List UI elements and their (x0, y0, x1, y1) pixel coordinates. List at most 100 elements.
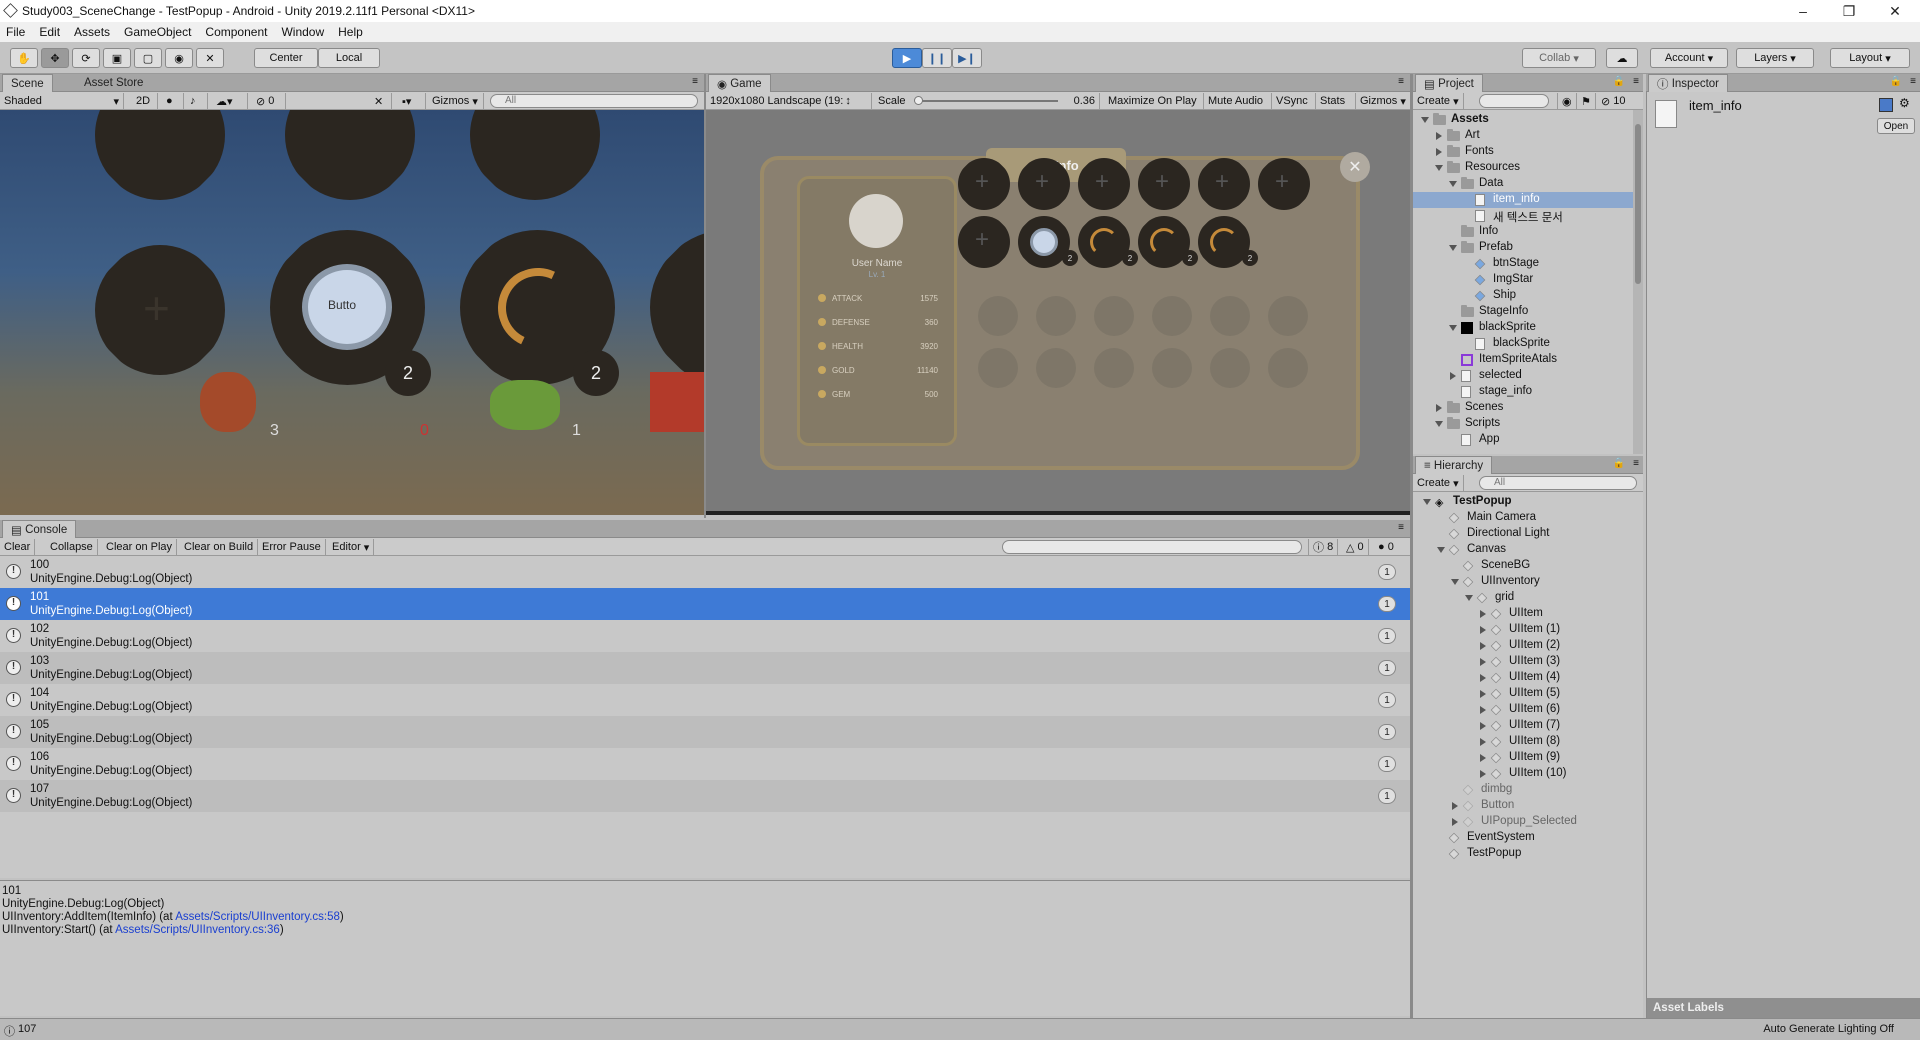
log-filter-toggle[interactable]: ⓘ 8 (1308, 539, 1339, 555)
project-item[interactable]: Fonts (1413, 144, 1643, 160)
account-dropdown[interactable]: Account ▾ (1650, 48, 1728, 68)
close-icon[interactable]: ✕ (1872, 0, 1918, 22)
collab-button[interactable]: Collab ▾ (1522, 48, 1596, 68)
tab-hierarchy[interactable]: ≡ Hierarchy (1415, 456, 1493, 474)
collapse-arrow-icon[interactable] (1452, 818, 1458, 826)
layers-dropdown[interactable]: Layers ▾ (1736, 48, 1814, 68)
scale-slider[interactable]: Scale 0.36 (874, 93, 1100, 109)
project-item[interactable]: Resources (1413, 160, 1643, 176)
expand-arrow-icon[interactable] (1435, 165, 1443, 171)
scene-view[interactable]: + Butto 2 2 3 0 1 (0, 110, 704, 515)
collapse-arrow-icon[interactable] (1480, 722, 1486, 730)
hierarchy-create-dropdown[interactable]: Create ▾ (1413, 475, 1464, 491)
hierarchy-item[interactable]: dimbg (1413, 782, 1643, 798)
tab-inspector[interactable]: ⓘ Inspector (1648, 74, 1729, 92)
project-item[interactable]: Scenes (1413, 400, 1643, 416)
hierarchy-item[interactable]: UIItem (3) (1413, 654, 1643, 670)
effects-dropdown-icon[interactable]: ☁▾ (212, 93, 248, 109)
move-tool-icon[interactable]: ✥ (41, 48, 69, 68)
editor-dropdown[interactable]: Editor ▾ (328, 539, 375, 555)
mute-audio-toggle[interactable]: Mute Audio (1204, 93, 1272, 109)
hierarchy-item[interactable]: Canvas (1413, 542, 1643, 558)
camera-icon[interactable]: ▪▾ (398, 93, 426, 109)
maximize-on-play-toggle[interactable]: Maximize On Play (1104, 93, 1204, 109)
search-by-type-icon[interactable]: ◉ (1557, 93, 1577, 109)
tab-project[interactable]: ▤ Project (1415, 74, 1483, 92)
collapse-arrow-icon[interactable] (1480, 754, 1486, 762)
clear-on-play-toggle[interactable]: Clear on Play (102, 539, 178, 555)
toggle-2d-button[interactable]: 2D (132, 93, 158, 109)
project-item[interactable]: blackSprite (1413, 336, 1643, 352)
collapse-arrow-icon[interactable] (1480, 642, 1486, 650)
expand-arrow-icon[interactable] (1421, 117, 1429, 123)
clear-on-build-toggle[interactable]: Clear on Build (180, 539, 259, 555)
panel-menu-icon[interactable]: ≡ (1398, 522, 1404, 533)
rotate-tool-icon[interactable]: ⟳ (72, 48, 100, 68)
project-item[interactable]: btnStage (1413, 256, 1643, 272)
pivot-local-button[interactable]: Local (318, 48, 380, 68)
expand-arrow-icon[interactable] (1449, 181, 1457, 187)
warning-filter-toggle[interactable]: △ 0 (1342, 539, 1369, 555)
pause-button[interactable]: ❙❙ (922, 48, 952, 68)
console-row[interactable]: ! 102 UnityEngine.Debug:Log(Object) 1 (0, 620, 1410, 652)
project-item[interactable]: 새 텍스트 문서 (1413, 208, 1643, 224)
console-row[interactable]: ! 104 UnityEngine.Debug:Log(Object) 1 (0, 684, 1410, 716)
scene-gizmos-dropdown[interactable]: Gizmos ▾ (428, 93, 484, 109)
collapse-arrow-icon[interactable] (1436, 148, 1442, 156)
console-collapse-button[interactable]: Collapse (46, 539, 98, 555)
collapse-arrow-icon[interactable] (1480, 770, 1486, 778)
error-pause-toggle[interactable]: Error Pause (258, 539, 326, 555)
project-item[interactable]: item_info (1413, 192, 1643, 208)
hierarchy-item[interactable]: UIItem (10) (1413, 766, 1643, 782)
hierarchy-item[interactable]: UIItem (7) (1413, 718, 1643, 734)
lock-icon[interactable]: 🔒 (1613, 458, 1625, 469)
shading-mode-dropdown[interactable]: Shaded ▾ (0, 93, 124, 109)
stats-toggle[interactable]: Stats (1316, 93, 1356, 109)
tab-game[interactable]: ◉ Game (708, 74, 771, 92)
console-clear-button[interactable]: Clear (0, 539, 36, 555)
hierarchy-item[interactable]: UIItem (6) (1413, 702, 1643, 718)
panel-menu-icon[interactable]: ≡ (1398, 76, 1404, 87)
menu-assets[interactable]: Assets (74, 25, 110, 39)
expand-arrow-icon[interactable] (1435, 421, 1443, 427)
scale-slider-thumb[interactable] (914, 96, 923, 105)
expand-arrow-icon[interactable] (1449, 325, 1457, 331)
hierarchy-item[interactable]: UIItem (9) (1413, 750, 1643, 766)
pivot-center-button[interactable]: Center (254, 48, 318, 68)
rect-tool-icon[interactable]: ▢ (134, 48, 162, 68)
lock-icon[interactable]: 🔒 (1890, 76, 1902, 87)
menu-help[interactable]: Help (338, 25, 363, 39)
script-link[interactable]: Assets/Scripts/UIInventory.cs:58 (175, 911, 340, 923)
project-item[interactable]: Data (1413, 176, 1643, 192)
collapse-arrow-icon[interactable] (1480, 674, 1486, 682)
console-row[interactable]: ! 103 UnityEngine.Debug:Log(Object) 1 (0, 652, 1410, 684)
scale-tool-icon[interactable]: ▣ (103, 48, 131, 68)
console-search-input[interactable] (1002, 540, 1302, 554)
transform-tool-icon[interactable]: ◉ (165, 48, 193, 68)
collapse-arrow-icon[interactable] (1480, 626, 1486, 634)
hierarchy-item[interactable]: Button (1413, 798, 1643, 814)
tab-asset-store[interactable]: Asset Store (76, 74, 151, 92)
panel-menu-icon[interactable]: ≡ (1633, 76, 1639, 87)
project-item[interactable]: Art (1413, 128, 1643, 144)
project-item[interactable]: stage_info (1413, 384, 1643, 400)
panel-menu-icon[interactable]: ≡ (1910, 76, 1916, 87)
collapse-arrow-icon[interactable] (1452, 802, 1458, 810)
project-item[interactable]: Info (1413, 224, 1643, 240)
hierarchy-item[interactable]: UIItem (8) (1413, 734, 1643, 750)
menu-window[interactable]: Window (281, 25, 324, 39)
collapse-arrow-icon[interactable] (1436, 132, 1442, 140)
lighting-toggle-icon[interactable]: ● (162, 93, 184, 109)
script-link[interactable]: Assets/Scripts/UIInventory.cs:36 (115, 924, 280, 936)
hierarchy-item[interactable]: grid (1413, 590, 1643, 606)
minimize-icon[interactable]: – (1780, 0, 1826, 22)
expand-arrow-icon[interactable] (1451, 579, 1459, 585)
tab-scene[interactable]: Scene (2, 74, 53, 92)
error-filter-toggle[interactable]: ● 0 (1374, 539, 1398, 555)
hierarchy-item[interactable]: EventSystem (1413, 830, 1643, 846)
search-by-label-icon[interactable]: ⚑ (1577, 93, 1596, 109)
step-button[interactable]: ▶❙ (952, 48, 982, 68)
lock-icon[interactable]: 🔒 (1613, 76, 1625, 87)
expand-arrow-icon[interactable] (1465, 595, 1473, 601)
expand-arrow-icon[interactable] (1437, 547, 1445, 553)
